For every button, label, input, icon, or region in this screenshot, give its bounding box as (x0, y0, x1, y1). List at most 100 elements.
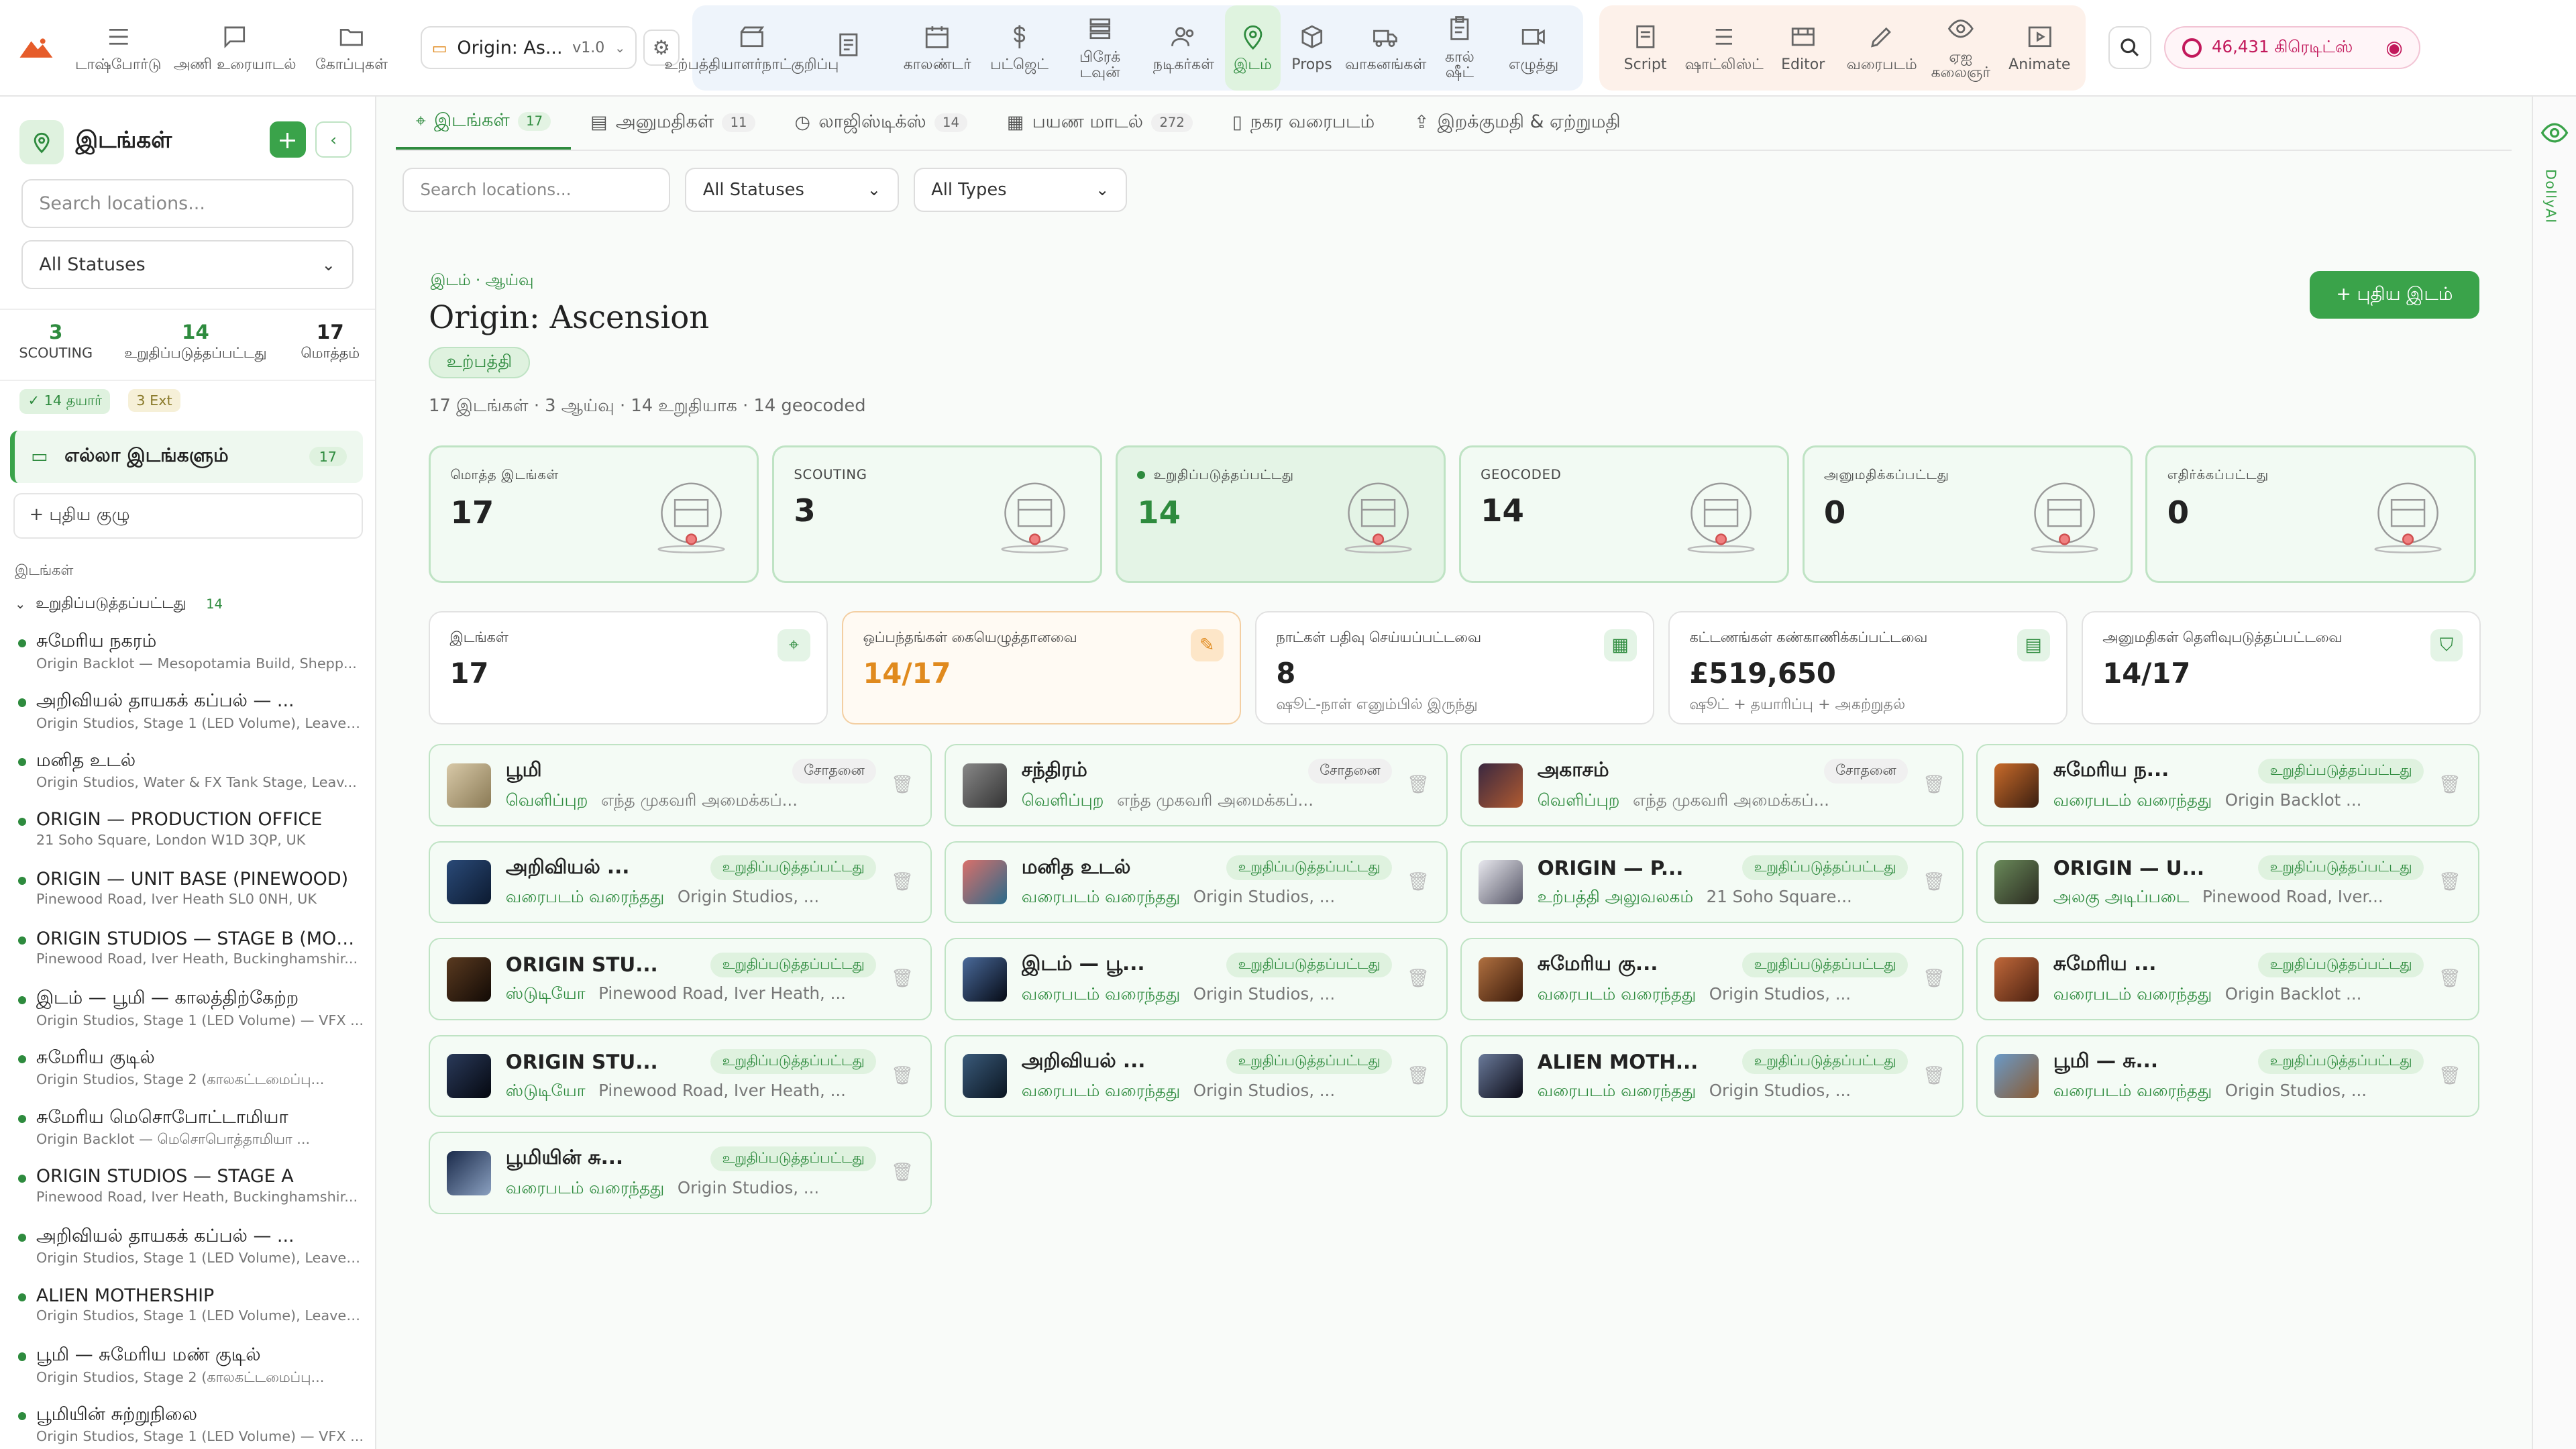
metric-card-1[interactable]: ஒப்பந்தங்கள் கையெழுத்தானவை 14/17 ✎ (842, 611, 1242, 724)
nav-files-button[interactable]: கோப்புகள் (305, 5, 397, 91)
all-locations-item[interactable]: ▭ எல்லா இடங்களும் 17 (9, 430, 364, 483)
sidebar-location-item[interactable]: சுமேரிய மெசொபோட்டாமியா Origin Backlot — ம… (17, 1107, 365, 1149)
sidebar-location-item[interactable]: அறிவியல் தாயகக் கப்பல் — ... Origin Studi… (17, 1226, 365, 1266)
nav-script-button[interactable]: Script (1606, 5, 1685, 91)
stat-card-3[interactable]: GEOCODED 14 (1458, 445, 1789, 584)
nav-cast-button[interactable]: நடிகர்கள் (1142, 5, 1224, 91)
app-logo[interactable] (0, 0, 72, 96)
type-filter-select[interactable]: All Types ⌄ (913, 167, 1127, 212)
group-header-confirmed[interactable]: ⌄ உறுதிப்படுத்தப்பட்டது 14 (15, 595, 223, 614)
sidebar-location-item[interactable]: ORIGIN — PRODUCTION OFFICE 21 Soho Square… (17, 809, 365, 848)
trash-icon[interactable]: 🗑 (1923, 871, 1945, 894)
nav-ai-button[interactable]: ஏஐ கலைஞர் (1921, 5, 2000, 91)
tab-4[interactable]: ▯ நகர வரைபடம் (1212, 95, 1394, 150)
trash-icon[interactable]: 🗑 (2438, 773, 2461, 796)
location-card[interactable]: சுமேரிய ந... உறுதிப்படுத்தப்பட்டது வரைபடம்… (1976, 744, 2479, 826)
nav-chat-button[interactable]: அணி உரையாடல் (168, 5, 303, 91)
credits-badge[interactable]: 46,431 கிரெடிட்ஸ் ◉ (2164, 26, 2421, 70)
sidebar-location-item[interactable]: பூமி — சுமேரிய மண் குடில் Origin Studios,… (17, 1344, 365, 1387)
trash-icon[interactable]: 🗑 (2438, 871, 2461, 894)
stat-card-4[interactable]: அனுமதிக்கப்பட்டது 0 (1802, 445, 2133, 584)
tab-2[interactable]: ◷ லாஜிஸ்டிக்ஸ் 14 (775, 95, 987, 150)
stat-card-2[interactable]: உறுதிப்படுத்தப்பட்டது 14 (1115, 445, 1446, 584)
sidebar-search-input[interactable]: Search locations... (21, 178, 354, 229)
location-card[interactable]: ORIGIN STU... உறுதிப்படுத்தப்பட்டது ஸ்டுடி… (429, 938, 932, 1020)
sidebar-location-item[interactable]: சுமேரிய குடில் Origin Studios, Stage 2 (க… (17, 1047, 365, 1089)
location-card[interactable]: பூமி சோதனை வெளிப்புற எந்த முகவரி அமைக்கப்..… (429, 744, 932, 826)
location-card[interactable]: ALIEN MOTH... உறுதிப்படுத்தப்பட்டது வரைபடம… (1460, 1034, 1964, 1118)
location-card[interactable]: சந்திரம் சோதனை வெளிப்புற எந்த முகவரி அமைக்க… (945, 744, 1448, 826)
location-card[interactable]: பூமியின் சு... உறுதிப்படுத்தப்பட்டது வரைபட… (429, 1132, 932, 1214)
location-card[interactable]: சுமேரிய கு... உறுதிப்படுத்தப்பட்டது வரைபடம… (1460, 938, 1964, 1020)
nav-breakdown-button[interactable]: பிரேக் டவுன் (1057, 5, 1142, 91)
nav-location-button[interactable]: இடம் (1224, 5, 1281, 91)
tab-0[interactable]: ⌖ இடங்கள் 17 (396, 95, 571, 150)
location-card[interactable]: ORIGIN — U... உறுதிப்படுத்தப்பட்டது அலகு அ… (1976, 841, 2479, 924)
trash-icon[interactable]: 🗑 (1407, 967, 1430, 990)
stat-card-5[interactable]: எதிர்க்கப்பட்டது 0 (2145, 445, 2476, 584)
metric-card-2[interactable]: நாட்கள் பதிவு செய்யப்பட்டவை 8 ஷூட்-நாள் என… (1255, 611, 1655, 724)
trash-icon[interactable]: 🗑 (891, 1065, 914, 1087)
tab-1[interactable]: ▤ அனுமதிகள் 11 (571, 95, 775, 150)
location-card[interactable]: ORIGIN STU... உறுதிப்படுத்தப்பட்டது ஸ்டுடி… (429, 1034, 932, 1118)
sidebar-location-item[interactable]: மனித உடல் Origin Studios, Water & FX Tank… (17, 750, 365, 790)
location-card[interactable]: பூமி — சு... உறுதிப்படுத்தப்பட்டது வரைபடம்… (1976, 1034, 2479, 1118)
location-card[interactable]: மனித உடல் உறுதிப்படுத்தப்பட்டது வரைபடம் வர… (945, 841, 1448, 924)
nav-animate-button[interactable]: Animate (2000, 5, 2080, 91)
nav-shotlist-button[interactable]: ஷாட்லிஸ்ட் (1684, 5, 1764, 91)
location-search-input[interactable]: Search locations... (402, 167, 671, 212)
nav-editor-button[interactable]: Editor (1764, 5, 1843, 91)
trash-icon[interactable]: 🗑 (891, 773, 914, 796)
location-card[interactable]: சுமேரிய ... உறுதிப்படுத்தப்பட்டது வரைபடம் … (1976, 938, 2479, 1020)
stat-card-0[interactable]: மொத்த இடங்கள் 17 (429, 445, 759, 584)
trash-icon[interactable]: 🗑 (1407, 871, 1430, 894)
location-card[interactable]: அறிவியல் ... உறுதிப்படுத்தப்பட்டது வரைபடம்… (945, 1034, 1448, 1118)
metric-card-0[interactable]: இடங்கள் 17 ⌖ (429, 611, 828, 724)
sidebar-location-item[interactable]: சுமேரிய நகரம் Origin Backlot — Mesopotami… (17, 631, 365, 672)
collapse-sidebar-button[interactable]: ‹ (315, 121, 352, 158)
trash-icon[interactable]: 🗑 (891, 967, 914, 990)
trash-icon[interactable]: 🗑 (891, 1161, 914, 1184)
new-location-button[interactable]: + புதிய இடம் (2310, 271, 2479, 319)
sidebar-location-item[interactable]: இடம் — பூமி — காலத்திற்கேற்ற Origin Studi… (17, 987, 365, 1028)
add-location-button[interactable]: + (269, 121, 306, 158)
sidebar-status-select[interactable]: All Statuses ⌄ (21, 239, 354, 290)
nav-props-button[interactable]: Props (1281, 5, 1343, 91)
nav-vehicles-button[interactable]: வாகனங்கள் (1343, 5, 1428, 91)
sidebar-location-item[interactable]: ALIEN MOTHERSHIP Origin Studios, Stage 1 … (17, 1285, 365, 1324)
nav-callsheet-button[interactable]: கால் ஷீட் (1428, 5, 1491, 91)
nav-dashboard-button[interactable]: டாஷ்போர்டு (72, 5, 164, 91)
nav-draw-button[interactable]: வரைபடம் (1842, 5, 1921, 91)
location-card[interactable]: இடம் — பூ... உறுதிப்படுத்தப்பட்டது வரைபடம்… (945, 938, 1448, 1020)
trash-icon[interactable]: 🗑 (2438, 1065, 2461, 1087)
nav-budget-button[interactable]: பட்ஜெட் (981, 5, 1057, 91)
trash-icon[interactable]: 🗑 (1923, 773, 1945, 796)
status-filter-select[interactable]: All Statuses ⌄ (685, 167, 899, 212)
sidebar-location-item[interactable]: பூமியின் சுற்றுநிலை Origin Studios, Stage… (17, 1404, 365, 1444)
trash-icon[interactable]: 🗑 (1407, 1065, 1430, 1087)
stat-card-1[interactable]: SCOUTING 3 (772, 445, 1103, 584)
trash-icon[interactable]: 🗑 (2438, 967, 2461, 990)
trash-icon[interactable]: 🗑 (1407, 773, 1430, 796)
nav-write-button[interactable]: எழுத்து (1491, 5, 1576, 91)
location-card[interactable]: ORIGIN — P... உறுதிப்படுத்தப்பட்டது உற்பத்… (1460, 841, 1964, 924)
sidebar-location-item[interactable]: ORIGIN — UNIT BASE (PINEWOOD) Pinewood Ro… (17, 869, 365, 907)
sidebar-location-item[interactable]: ORIGIN STUDIOS — STAGE A Pinewood Road, I… (17, 1166, 365, 1205)
nav-notes-button[interactable] (804, 5, 893, 91)
tab-5[interactable]: ⇪ இறக்குமதி & ஏற்றுமதி (1395, 95, 1640, 150)
nav-production-button[interactable]: உற்பத்தியாளர்நாட்குறிப்பு (664, 5, 839, 91)
new-group-button[interactable]: + புதிய குழு (13, 492, 364, 539)
location-card[interactable]: அகாசம் சோதனை வெளிப்புற எந்த முகவரி அமைக்கப்… (1460, 744, 1964, 826)
metric-card-3[interactable]: கட்டணங்கள் கண்காணிக்கப்பட்டவை £519,650 ஷூட… (1668, 611, 2068, 724)
assistant-rail[interactable]: DollyAI (2531, 97, 2576, 1449)
metric-card-4[interactable]: அனுமதிகள் தெளிவுபடுத்தப்பட்டவை 14/17 ⛉ (2081, 611, 2481, 724)
location-card[interactable]: அறிவியல் ... உறுதிப்படுத்தப்பட்டது வரைபடம்… (429, 841, 932, 924)
sidebar-location-item[interactable]: அறிவியல் தாயகக் கப்பல் — ... Origin Studi… (17, 690, 365, 731)
sidebar-location-item[interactable]: ORIGIN STUDIOS — STAGE B (MOTH... Pinewoo… (17, 928, 365, 967)
project-selector[interactable]: ▭ Origin: As... v1.0 ⌄ (420, 26, 637, 70)
trash-icon[interactable]: 🗑 (891, 871, 914, 894)
nav-calendar-button[interactable]: காலண்டர் (893, 5, 981, 91)
tab-3[interactable]: ▦ பயண மாடல் 272 (987, 95, 1213, 150)
trash-icon[interactable]: 🗑 (1923, 967, 1945, 990)
trash-icon[interactable]: 🗑 (1923, 1065, 1945, 1087)
